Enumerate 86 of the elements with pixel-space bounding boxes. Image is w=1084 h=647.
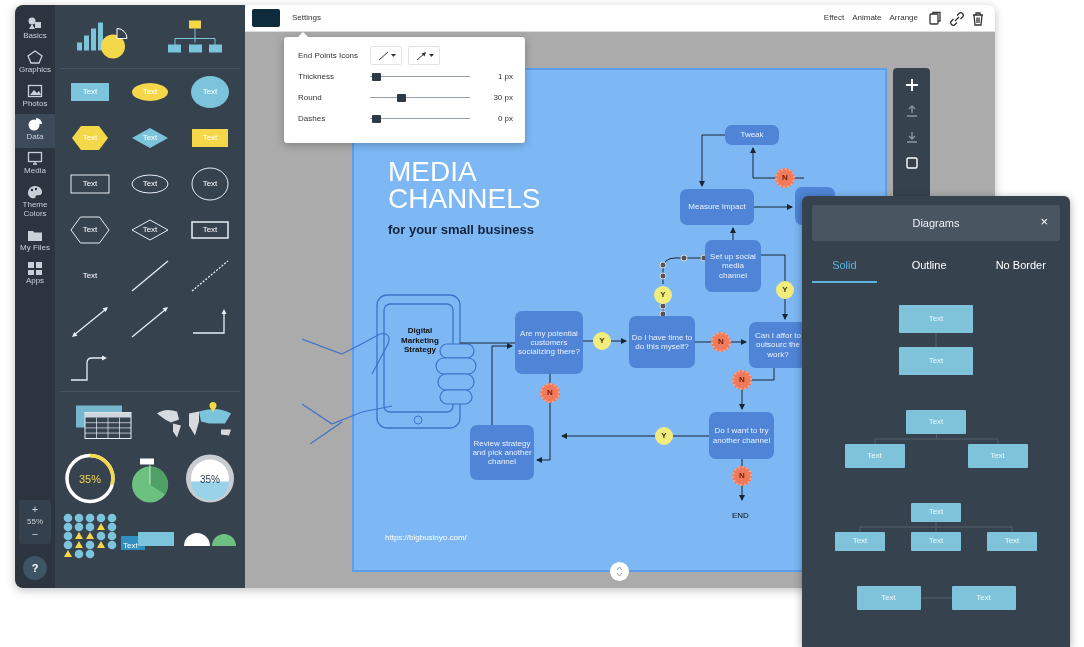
flowchart-node: Measure Impact: [680, 189, 754, 225]
url-text: https://bigbusinyo.com/: [385, 532, 467, 544]
flowchart-node: Do I want to try another channel: [709, 412, 774, 459]
duplicate-icon[interactable]: [904, 156, 919, 170]
flowchart-node: Set up social media channel: [705, 240, 761, 292]
decision-badge: N: [732, 466, 752, 486]
photo-icon: [27, 83, 43, 98]
connector-arrow: [582, 338, 627, 344]
toolbar-button[interactable]: Effect: [819, 12, 849, 24]
end-point-dropdown[interactable]: [408, 46, 440, 65]
connector-arrow: [739, 367, 775, 410]
sidebar-item[interactable]: Theme Colors: [15, 182, 55, 225]
connector-arrow: [760, 254, 788, 320]
connector-arrow: [694, 339, 747, 345]
toolbar-button[interactable]: Arrange: [885, 12, 922, 24]
connector-line: [459, 342, 516, 344]
text-shape[interactable]: Text: [60, 253, 120, 299]
connector-arrow: [750, 147, 805, 179]
slider-label: Thickness: [298, 70, 335, 83]
pie-chart-icon: [27, 117, 43, 132]
decision-badge: N: [540, 383, 560, 403]
zoom-level: 55%: [27, 516, 43, 528]
sidebar-item[interactable]: Data: [15, 114, 55, 149]
decision-badge: Y: [654, 286, 672, 304]
slider-value: 0 px: [497, 112, 513, 125]
slider-thumb[interactable]: [371, 114, 381, 123]
tab[interactable]: No Border: [981, 253, 1060, 283]
slider-thumb[interactable]: [371, 72, 381, 81]
connector-arrow: [739, 458, 745, 501]
decision-badge: N: [732, 370, 752, 390]
flowchart-node: Review strategy and pick another channel: [470, 425, 534, 480]
caret-icon: [428, 53, 434, 58]
poster-title: CHANNELS: [388, 185, 541, 212]
connector-arrow: [699, 134, 726, 187]
toolbar-button[interactable]: Animate: [848, 12, 886, 24]
zoom-in-button[interactable]: +: [27, 503, 43, 516]
decision-badge: Y: [593, 332, 611, 350]
sidebar-item[interactable]: Basics: [15, 13, 55, 47]
grid-icon: [27, 261, 43, 276]
text-box-drawing[interactable]: Text: [120, 506, 180, 570]
help-button[interactable]: ?: [23, 556, 47, 580]
color-swatch[interactable]: [252, 9, 280, 27]
settings-button[interactable]: Settings: [288, 12, 325, 24]
decision-badge: N: [775, 168, 795, 188]
caret-icon: [390, 53, 396, 58]
end-point-dropdown[interactable]: [370, 46, 402, 65]
sidebar-item[interactable]: My Files: [15, 224, 55, 259]
plus-icon[interactable]: [904, 78, 919, 92]
pentagon-icon: [27, 49, 43, 64]
slider-label: Dashes: [298, 112, 327, 125]
tab[interactable]: Solid: [812, 253, 877, 283]
poster-title: MEDIA: [388, 158, 477, 185]
sidebar-item[interactable]: Media: [15, 148, 55, 182]
send-backward-icon[interactable]: [904, 130, 919, 144]
slider-thumb[interactable]: [397, 93, 407, 102]
end-label: END: [732, 510, 749, 522]
panel-title: Diagrams: [912, 215, 960, 231]
tab[interactable]: Outline: [896, 253, 962, 283]
connector-arrow: [753, 204, 793, 210]
copy-icon[interactable]: [928, 10, 943, 26]
flowchart-node: Are my potential customers socializing there?: [515, 311, 583, 374]
decision-badge: Y: [655, 427, 673, 445]
sidebar-item[interactable]: Photos: [15, 80, 55, 115]
end-points-label: End Points Icons: [298, 49, 360, 62]
slider-label: Round: [298, 91, 323, 104]
bring-forward-icon[interactable]: [904, 104, 919, 118]
sidebar-item[interactable]: Apps: [15, 258, 55, 293]
flowchart-node: Do I have time to do this myself?: [629, 316, 695, 368]
monitor-icon: [27, 151, 43, 166]
poster-subtitle: for your small business: [388, 221, 534, 239]
palette-icon: [27, 185, 43, 199]
shapes-icon: [27, 16, 43, 30]
sidebar-item[interactable]: Graphics: [15, 46, 55, 81]
flowchart-node: Tweak: [725, 125, 779, 145]
slider-value: 30 px: [493, 91, 513, 104]
arrow-icon: [414, 49, 428, 62]
connector-arrow: [730, 227, 736, 241]
trash-icon[interactable]: [970, 10, 985, 26]
link-icon[interactable]: [949, 10, 964, 26]
close-button[interactable]: ×: [1038, 213, 1050, 230]
zoom-out-button[interactable]: −: [27, 528, 43, 541]
flowchart-start-label: Digital Marketing Strategy: [400, 326, 440, 355]
line-icon: [376, 49, 390, 62]
decision-badge: Y: [776, 281, 794, 299]
slider-value: 1 px: [497, 70, 513, 83]
decision-badge: N: [711, 332, 731, 352]
